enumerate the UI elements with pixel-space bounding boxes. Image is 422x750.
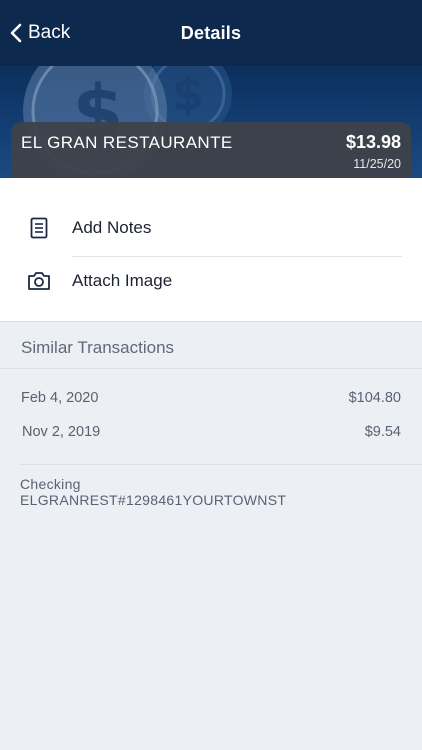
account-info: Checking ELGRANREST#1298461YOURTOWNST	[20, 476, 286, 508]
back-button[interactable]: Back	[8, 0, 70, 66]
similar-transactions-heading: Similar Transactions	[21, 338, 175, 357]
similar-transaction-row[interactable]: Nov 2, 2019 $9.54	[22, 424, 401, 446]
merchant-name: EL GRAN RESTAURANTE	[21, 133, 233, 152]
similar-transaction-amount: $9.54	[364, 424, 401, 440]
camera-icon	[26, 268, 52, 294]
section-divider	[0, 368, 422, 369]
chevron-left-icon	[10, 23, 22, 43]
similar-transaction-amount: $104.80	[348, 390, 401, 406]
transaction-amount: $13.98	[345, 132, 401, 152]
section-divider	[20, 464, 422, 465]
similar-transaction-date: Feb 4, 2020	[21, 390, 99, 406]
transaction-date: 11/25/20	[353, 157, 401, 171]
attach-image-label: Attach Image	[72, 271, 173, 290]
attach-image-button[interactable]: Attach Image	[0, 254, 422, 308]
document-icon	[26, 215, 52, 241]
back-label: Back	[28, 22, 71, 43]
add-notes-label: Add Notes	[72, 218, 152, 237]
account-type: Checking	[20, 476, 81, 492]
similar-transaction-date: Nov 2, 2019	[22, 424, 101, 440]
svg-text:$: $	[172, 67, 204, 121]
add-notes-button[interactable]: Add Notes	[0, 201, 422, 255]
page-title: Details	[180, 22, 242, 43]
transaction-card: EL GRAN RESTAURANTE $13.98 11/25/20	[11, 122, 411, 182]
transaction-description: ELGRANREST#1298461YOURTOWNST	[20, 492, 287, 508]
navigation-bar: Back Details	[0, 0, 422, 66]
similar-transaction-row[interactable]: Feb 4, 2020 $104.80	[21, 390, 401, 412]
actions-section: Add Notes Attach Image	[0, 178, 422, 322]
